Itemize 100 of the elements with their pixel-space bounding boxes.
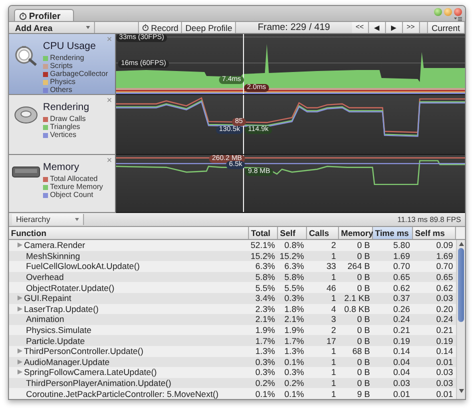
- expand-arrow-icon[interactable]: [17, 242, 23, 248]
- function-name: Particle.Update: [26, 336, 85, 346]
- table-cell-text: 1: [330, 272, 337, 282]
- view-mode-dropdown[interactable]: Hierarchy: [12, 214, 84, 225]
- scrollbar-thumb[interactable]: [458, 248, 464, 322]
- area-title: Rendering: [43, 102, 90, 113]
- table-cell-text: 0.09: [435, 240, 454, 250]
- table-cell-text: 1: [330, 293, 337, 304]
- function-name: Overhead: [26, 272, 64, 282]
- table-cell-text: 0.26: [392, 304, 411, 314]
- function-name: Physics.Simulate: [26, 325, 92, 336]
- table-cell-text: 0.2%: [254, 378, 276, 388]
- table-cell-text: 0.8 KB: [343, 304, 371, 314]
- column-header[interactable]: Self: [278, 227, 307, 239]
- table-cell-text: 5.8%: [283, 272, 305, 282]
- column-header[interactable]: Memory: [339, 227, 373, 239]
- table-cell-text: 0.3%: [254, 367, 276, 378]
- table-cell-text: 1.7%: [254, 336, 276, 346]
- table-cell-text: 0.04: [392, 356, 411, 367]
- table-cell-text: 2.1%: [283, 314, 305, 324]
- table-cell-text: 6.3%: [254, 261, 276, 272]
- table-cell-text: 15.2%: [278, 250, 305, 261]
- table-cell-text: 0.3%: [283, 367, 305, 378]
- close-window-button[interactable]: [454, 8, 462, 16]
- zoom-window-button[interactable]: [434, 8, 442, 16]
- table-cell-text: 1.7%: [283, 336, 305, 346]
- memory-chip-icon: [12, 166, 40, 178]
- function-name: Animation: [26, 314, 64, 324]
- table-cell-text: 0.62: [435, 282, 454, 293]
- table-cell-text: 0.04: [392, 367, 411, 378]
- record-button[interactable]: Record: [139, 22, 182, 33]
- column-header[interactable]: Total: [249, 227, 278, 239]
- function-name: FuelCellGlowLookAt.Update(): [26, 261, 140, 272]
- column-header[interactable]: Time ms: [373, 227, 413, 239]
- table-cell-text: 0.8%: [283, 240, 305, 250]
- table-cell-text: 0.3%: [254, 356, 276, 367]
- table-cell-text: 0.65: [392, 272, 411, 282]
- table-cell-text: 1: [330, 378, 337, 388]
- table-cell-text: 0 B: [356, 314, 371, 324]
- stopwatch-icon: [142, 24, 149, 31]
- table-cell-text: 1: [330, 356, 337, 367]
- table-cell-text: 0.01: [392, 388, 411, 399]
- table-cell-text: 68 B: [351, 346, 371, 356]
- table-cell-text: 0.01: [435, 388, 454, 399]
- menu-icon[interactable]: [454, 17, 462, 21]
- table-cell-text: 0.21: [435, 325, 454, 336]
- function-name: Coroutine.JetPackParticleController: 5.MoveNext(): [26, 388, 218, 399]
- table-cell-text: 1: [330, 388, 337, 399]
- table-cell-text: 0.14: [392, 346, 411, 356]
- table-cell-text: 0.70: [392, 261, 411, 272]
- table-cell-text: 0 B: [356, 250, 371, 261]
- caret-icon: [86, 26, 90, 29]
- scrollbar[interactable]: [456, 240, 465, 399]
- table-cell-text: 52.1%: [250, 240, 276, 250]
- table-cell-text: 1.69: [392, 250, 411, 261]
- table-cell-text: 5.8%: [254, 272, 276, 282]
- function-name: ObjectRotater.Update(): [26, 282, 114, 293]
- function-name: GUI.Repaint: [24, 293, 72, 304]
- function-name: LaserTrap.Update(): [24, 304, 99, 314]
- table-cell-text: 0 B: [356, 336, 371, 346]
- table-cell-text: 5.80: [392, 240, 411, 250]
- table-cell-text: 6.3%: [283, 261, 305, 272]
- deep-profile-button[interactable]: Deep Profile: [182, 22, 236, 33]
- function-name: AudioManager.Update: [24, 356, 110, 367]
- scroll-up-icon[interactable]: [458, 242, 464, 246]
- table-cell-text: 1: [330, 346, 337, 356]
- current-frame-button[interactable]: Current: [426, 22, 465, 33]
- table-cell-text: 0.21: [392, 325, 411, 336]
- table-cell-text: 0.70: [435, 261, 454, 272]
- table-cell-text: 0.03: [435, 367, 454, 378]
- table-cell-text: 9 B: [356, 388, 371, 399]
- table-cell-text: 0.1%: [283, 356, 305, 367]
- function-name: SpringFollowCamera.LateUpdate(): [24, 367, 157, 378]
- column-header[interactable]: Function: [9, 227, 249, 239]
- table-cell-text: 0 B: [356, 325, 371, 336]
- table-cell-text: 0.3%: [283, 293, 305, 304]
- profiler-tab[interactable]: Profiler: [14, 9, 74, 21]
- column-header[interactable]: Self ms: [413, 227, 456, 239]
- table-cell-text: 0 B: [356, 367, 371, 378]
- column-header[interactable]: Calls: [307, 227, 339, 239]
- table-cell-text: 4: [330, 304, 337, 314]
- table-cell-text: 0.01: [435, 356, 454, 367]
- table-cell-text: 3: [330, 314, 337, 324]
- table-cell-text: 1.3%: [283, 346, 305, 356]
- table-cell-text: 5.5%: [283, 282, 305, 293]
- table-cell-text: 0 B: [356, 356, 371, 367]
- table-cell-text: 0.19: [392, 336, 411, 346]
- caret-icon: [75, 218, 79, 221]
- scroll-down-icon[interactable]: [458, 389, 464, 393]
- table-cell-text: 0.03: [435, 378, 454, 388]
- function-name: ThirdPersonController.Update(): [24, 346, 144, 356]
- table-cell-text: 2.1%: [254, 314, 276, 324]
- area-title: CPU Usage: [43, 41, 97, 52]
- table-cell-text: 15.2%: [250, 250, 276, 261]
- table-cell-text: 0 B: [356, 272, 371, 282]
- add-area-dropdown[interactable]: Add Area: [9, 22, 95, 33]
- table-cell-text: 1: [330, 250, 337, 261]
- table-cell-text: 0.19: [435, 336, 454, 346]
- table-cell-text: 5.5%: [254, 282, 276, 293]
- table-cell-text: 1.9%: [254, 325, 276, 336]
